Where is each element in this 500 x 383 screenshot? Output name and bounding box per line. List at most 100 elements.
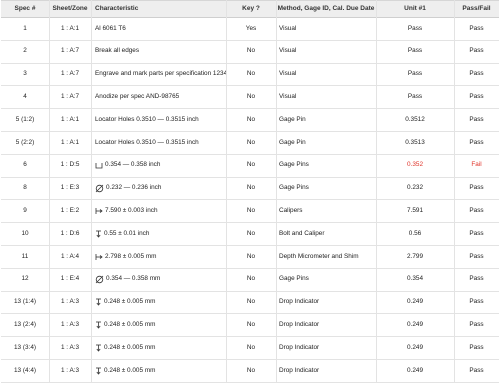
table-row[interactable]: 5 (1:2) 1 : A:1 Locator Holes 0.3510 — 0.3… <box>1 109 499 132</box>
column-divider <box>276 0 277 383</box>
table-row[interactable]: 2 1 : A:7 Break all edges No Visual Pass Pass <box>1 41 499 64</box>
unit-cell: Pass <box>376 86 454 108</box>
passfail-cell: Pass <box>454 109 499 131</box>
table-row[interactable]: 8 1 : E:3 0.232 — 0.236 inch No Gage Pins 0.2… <box>1 178 499 201</box>
key-cell: No <box>226 86 276 108</box>
table-row[interactable]: 3 1 : A:7 Engrave and mark parts per speci… <box>1 64 499 87</box>
header-method[interactable]: Method, Gage ID, Cal. Due Date <box>276 1 376 17</box>
header-key[interactable]: Key ? <box>226 1 276 17</box>
characteristic-cell: 0.354 — 0.358 inch <box>91 155 226 177</box>
passfail-cell: Pass <box>454 314 499 336</box>
unit-cell-text: 0.249 <box>407 343 423 351</box>
method-cell: Depth Micrometer and Shim <box>276 246 376 268</box>
zone-cell-text: 1 : A:1 <box>60 138 80 146</box>
method-cell-text: Gage Pins <box>279 275 309 283</box>
characteristic-text: 2.798 ± 0.005 mm <box>105 252 157 260</box>
spec-cell-text: 9 <box>23 207 27 215</box>
column-divider <box>226 0 227 383</box>
key-cell: No <box>226 337 276 359</box>
unit-cell: 0.56 <box>376 223 454 245</box>
key-cell-text: Yes <box>245 24 257 32</box>
zone-cell-text: 1 : A:4 <box>60 252 80 260</box>
header-zone[interactable]: Sheet/Zone <box>49 1 91 17</box>
key-cell-text: No <box>246 207 256 215</box>
spec-cell-text: 10 <box>21 229 29 237</box>
key-cell-text: No <box>246 184 256 192</box>
spec-cell: 9 <box>1 200 49 222</box>
zone-cell: 1 : A:1 <box>49 132 91 154</box>
characteristic-text: 0.248 ± 0.005 mm <box>104 366 156 374</box>
table-row[interactable]: 12 1 : E:4 0.354 — 0.358 mm No Gage Pins 0.35… <box>1 269 499 292</box>
unit-cell: 0.249 <box>376 360 454 382</box>
header-characteristic[interactable]: Characteristic <box>91 1 226 17</box>
key-cell: No <box>226 314 276 336</box>
method-cell-text: Depth Micrometer and Shim <box>279 252 359 260</box>
zone-cell-text: 1 : A:7 <box>60 93 80 101</box>
header-spec[interactable]: Spec # <box>1 1 49 17</box>
key-cell-text: No <box>246 252 256 260</box>
diameter-icon <box>95 184 104 193</box>
spec-cell: 5 (1:2) <box>1 109 49 131</box>
table-row[interactable]: 11 1 : A:4 2.798 ± 0.005 mm No Depth Microme… <box>1 246 499 269</box>
column-divider <box>91 0 92 383</box>
unit-cell: 0.354 <box>376 269 454 291</box>
characteristic-cell: 0.55 ± 0.01 inch <box>91 223 226 245</box>
table-row[interactable]: 9 1 : E:2 7.590 ± 0.003 inch No Calipers 7.59… <box>1 200 499 224</box>
passfail-cell-text: Pass <box>469 275 484 283</box>
table-row[interactable]: 13 (3:4) 1 : A:3 0.248 ± 0.005 mm No Drop In… <box>1 337 499 360</box>
passfail-cell: Pass <box>454 246 499 268</box>
key-cell: No <box>226 64 276 86</box>
unit-cell-text: 0.249 <box>407 321 423 329</box>
characteristic-cell: 0.248 ± 0.005 mm <box>91 337 226 359</box>
spec-cell: 10 <box>1 223 49 245</box>
zone-cell: 1 : D:5 <box>49 155 91 177</box>
table-row[interactable]: 1 1 : A:1 Al 6061 T6 Yes Visual Pass Pass <box>1 18 499 41</box>
key-cell: No <box>226 155 276 177</box>
characteristic-cell: 2.798 ± 0.005 mm <box>91 246 226 268</box>
key-cell: No <box>226 246 276 268</box>
key-cell-text: No <box>246 138 256 146</box>
unit-cell-text: Pass <box>407 47 423 55</box>
passfail-cell: Pass <box>454 64 499 86</box>
method-cell-text: Visual <box>279 70 297 78</box>
column-divider <box>454 0 455 383</box>
header-unit[interactable]: Unit #1 <box>376 1 454 17</box>
table-row[interactable]: 4 1 : A:7 Anodize per spec AND-98765 No Visu… <box>1 86 499 110</box>
passfail-cell-text: Fail <box>471 161 482 169</box>
zone-cell-text: 1 : A:1 <box>60 115 80 123</box>
characteristic-text: 7.590 ± 0.003 inch <box>105 207 158 215</box>
spec-cell-text: 1 <box>23 24 27 32</box>
spec-cell-text: 2 <box>23 47 27 55</box>
key-cell: No <box>226 269 276 291</box>
characteristic-text: 0.354 — 0.358 inch <box>105 161 161 169</box>
table-row[interactable]: 5 (2:2) 1 : A:1 Locator Holes 0.3510 — 0.3… <box>1 132 499 155</box>
zone-cell: 1 : A:1 <box>49 18 91 40</box>
depth-icon <box>95 344 102 352</box>
spec-cell-text: 6 <box>23 161 27 169</box>
table-row[interactable]: 13 (1:4) 1 : A:3 0.248 ± 0.005 mm No Drop In… <box>1 292 499 315</box>
table-row[interactable]: 6 1 : D:5 0.354 — 0.358 inch No Gage Pins 0.3… <box>1 155 499 178</box>
spec-cell: 12 <box>1 269 49 291</box>
passfail-cell-text: Pass <box>469 252 484 260</box>
zone-cell: 1 : A:7 <box>49 41 91 63</box>
characteristic-text: 0.354 — 0.358 mm <box>106 275 161 283</box>
depth-icon <box>95 367 102 375</box>
table-row[interactable]: 10 1 : D:6 0.55 ± 0.01 inch No Bolt and Cali… <box>1 223 499 246</box>
column-divider <box>49 0 50 383</box>
spec-cell: 3 <box>1 64 49 86</box>
spec-cell: 8 <box>1 178 49 200</box>
passfail-cell-text: Pass <box>469 321 484 329</box>
header-passfail[interactable]: Pass/Fail <box>454 1 499 17</box>
method-cell: Gage Pin <box>276 132 376 154</box>
table-row[interactable]: 13 (2:4) 1 : A:3 0.248 ± 0.005 mm No Drop In… <box>1 314 499 338</box>
zone-cell-text: 1 : A:7 <box>60 47 80 55</box>
unit-cell-text: 0.249 <box>407 366 423 374</box>
zone-cell-text: 1 : D:6 <box>60 229 80 237</box>
unit-cell: Pass <box>376 64 454 86</box>
passfail-cell-text: Pass <box>469 115 484 123</box>
spec-cell: 13 (3:4) <box>1 337 49 359</box>
table-header: Spec # Sheet/Zone Characteristic Key ? M… <box>1 0 499 18</box>
zone-cell-text: 1 : A:3 <box>60 343 80 351</box>
table-row[interactable]: 13 (4:4) 1 : A:3 0.248 ± 0.005 mm No Drop In… <box>1 360 499 383</box>
spec-cell-text: 13 (1:4) <box>13 298 37 306</box>
